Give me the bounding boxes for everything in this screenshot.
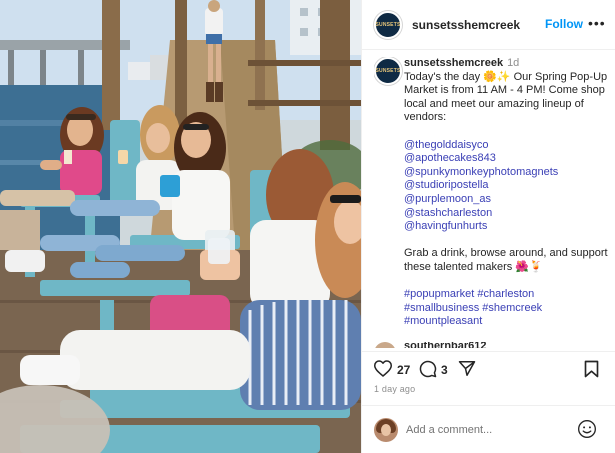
hashtag-list: #popupmarket #charleston #smallbusiness … [404, 288, 610, 329]
add-comment-bar [362, 405, 615, 453]
follow-button[interactable]: Follow [545, 17, 583, 31]
caption-intro: Today's the day 🌼✨ Our Spring Pop-Up Mar… [404, 70, 608, 124]
vendor-list: @thegolddaisyco @apothecakes843 @spunkym… [404, 139, 610, 234]
vendor-mention[interactable]: @havingfunhurts [404, 220, 610, 234]
vendor-mention[interactable]: @apothecakes843 [404, 152, 610, 166]
vendor-mention[interactable]: @purplemoon_as [404, 193, 610, 207]
instagram-post: SUNSETS sunsetsshemcreek Follow ••• SUNS… [0, 0, 615, 453]
post-caption: SUNSETS sunsetsshemcreek 1d Today's the d… [374, 57, 612, 342]
vendor-mention[interactable]: @spunkymonkeyphotomagnets [404, 166, 610, 180]
dock-post [102, 0, 120, 130]
partially-visible-comment: southernbar612 [374, 342, 612, 348]
hashtag-link[interactable]: #charleston [477, 288, 534, 300]
caption-username[interactable]: sunsetsshemcreek [404, 57, 503, 69]
comment-count[interactable]: 3 [441, 363, 448, 377]
caption-closing: Grab a drink, browse around, and support… [404, 247, 608, 273]
vendor-mention[interactable]: @studioripostella [404, 179, 610, 193]
caption-body: sunsetsshemcreek 1d Today's the day 🌼✨ Ou… [404, 57, 610, 329]
post-timestamp: 1 day ago [374, 384, 416, 394]
vendor-mention[interactable]: @thegolddaisyco [404, 139, 610, 153]
current-user-avatar [374, 418, 398, 442]
post-photo[interactable] [0, 0, 361, 453]
dock-post [320, 0, 350, 150]
avatar-logo-text: SUNSETS [375, 68, 401, 74]
hashtag-link[interactable]: #shemcreek [482, 302, 542, 314]
account-avatar[interactable]: SUNSETS [374, 10, 402, 39]
avatar-logo-text: SUNSETS [375, 21, 401, 28]
bookmark-icon[interactable] [584, 360, 599, 378]
hashtag-link[interactable]: #mountpleasant [404, 315, 482, 327]
post-side-panel: SUNSETS sunsetsshemcreek Follow ••• SUNS… [361, 0, 615, 453]
emoji-icon[interactable] [577, 419, 597, 444]
photo-illustration [0, 0, 361, 453]
like-count[interactable]: 27 [397, 363, 410, 377]
heart-icon[interactable] [374, 360, 392, 377]
comment-input[interactable] [406, 420, 566, 440]
action-bar: 27 3 1 day ago [362, 351, 615, 401]
commenter-avatar[interactable] [374, 342, 396, 348]
hashtag-link[interactable]: #smallbusiness [404, 302, 479, 314]
post-header: SUNSETS sunsetsshemcreek Follow ••• [362, 0, 615, 50]
comment-icon[interactable] [419, 360, 437, 378]
more-options-icon[interactable]: ••• [588, 15, 606, 31]
caption-avatar[interactable]: SUNSETS [374, 57, 402, 85]
hashtag-link[interactable]: #popupmarket [404, 288, 474, 300]
share-icon[interactable] [458, 360, 476, 377]
commenter-username[interactable]: southernbar612 [404, 342, 487, 348]
vendor-mention[interactable]: @stashcharleston [404, 207, 610, 221]
caption-age: 1d [507, 57, 520, 69]
account-username[interactable]: sunsetsshemcreek [412, 18, 520, 32]
